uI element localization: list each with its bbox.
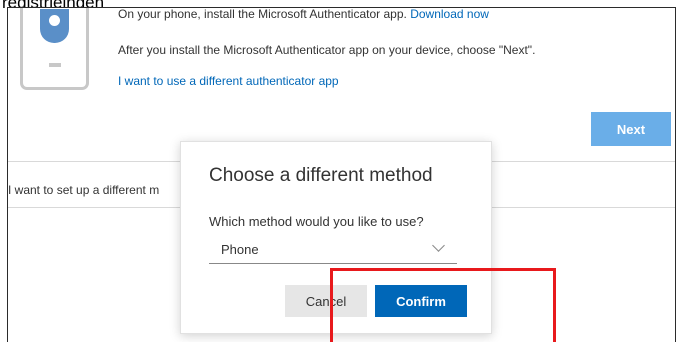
- chevron-down-icon: [432, 239, 445, 252]
- method-select[interactable]: Phone: [209, 236, 457, 264]
- method-select-value: Phone: [221, 242, 259, 257]
- dialog-title: Choose a different method: [209, 165, 433, 186]
- install-instruction: On your phone, install the Microsoft Aut…: [118, 7, 489, 21]
- next-button[interactable]: Next: [591, 112, 671, 146]
- authenticator-phone-icon: [20, 8, 89, 90]
- screenshot-root: registrieingen On your phone, install th…: [0, 0, 681, 342]
- method-question-label: Which method would you like to use?: [209, 214, 424, 229]
- next-instruction: After you install the Microsoft Authenti…: [118, 43, 536, 57]
- phone-home-button-icon: [49, 63, 61, 67]
- setup-different-method-link[interactable]: I want to set up a different m: [8, 183, 159, 197]
- different-authenticator-link[interactable]: I want to use a different authenticator …: [118, 74, 339, 88]
- red-highlight-box: [330, 268, 556, 342]
- install-instruction-text: On your phone, install the Microsoft Aut…: [118, 7, 407, 21]
- download-now-link[interactable]: Download now: [410, 8, 489, 21]
- shield-icon: [40, 9, 69, 43]
